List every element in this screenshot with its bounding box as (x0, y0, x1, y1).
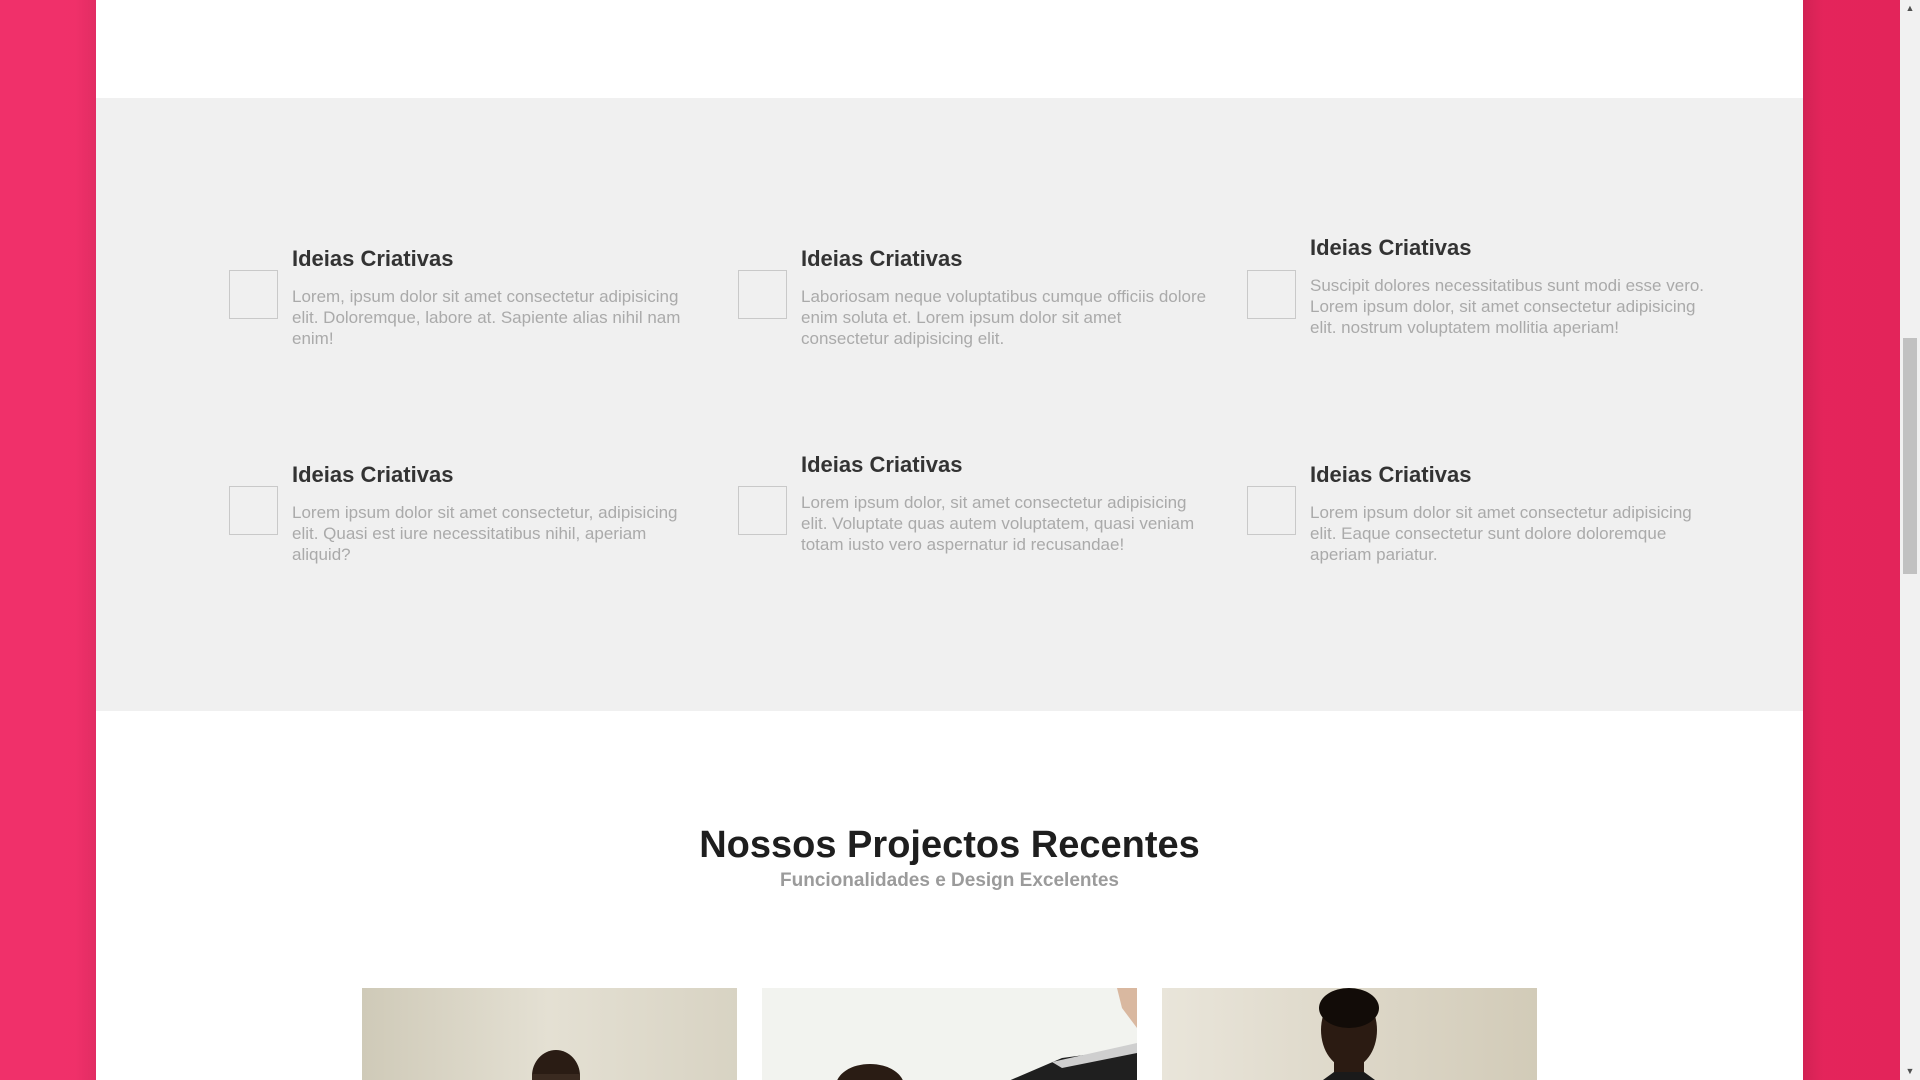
feature-description: Lorem ipsum dolor, sit amet consectetur … (801, 493, 1195, 554)
feature-icon-placeholder (1247, 486, 1296, 535)
feature-description: Laboriosam neque voluptatibus cumque off… (801, 287, 1207, 348)
feature-description: Lorem, ipsum dolor sit amet consectetur … (292, 287, 681, 348)
project-thumbnail[interactable] (762, 988, 1137, 1080)
feature-title: Ideias Criativas (1310, 235, 1472, 260)
feature-text: Ideias Criativas Lorem ipsum dolor sit a… (1310, 462, 1720, 565)
feature-description: Lorem ipsum dolor sit amet consectetur a… (1310, 503, 1692, 564)
feature-icon-placeholder (738, 270, 787, 319)
page-shadow-left (76, 0, 96, 1080)
project-image (362, 988, 737, 1080)
feature-title: Ideias Criativas (801, 452, 963, 477)
features-section: Ideias Criativas Lorem, ipsum dolor sit … (96, 98, 1803, 711)
feature-description: Suscipit dolores necessitatibus sunt mod… (1310, 276, 1705, 337)
page-shadow-right (1803, 0, 1823, 1080)
scrollbar-thumb[interactable] (1903, 338, 1917, 574)
feature-title: Ideias Criativas (1310, 462, 1472, 487)
page-container: Ideias Criativas Lorem, ipsum dolor sit … (96, 0, 1803, 1080)
feature-title: Ideias Criativas (801, 246, 963, 271)
feature-icon-placeholder (1247, 270, 1296, 319)
feature-text: Ideias Criativas Suscipit dolores necess… (1310, 235, 1720, 338)
projects-subtitle: Funcionalidades e Design Excelentes (780, 870, 1119, 891)
projects-title: Nossos Projectos Recentes (699, 824, 1200, 866)
feature-title: Ideias Criativas (292, 462, 454, 487)
feature-description: Lorem ipsum dolor sit amet consectetur, … (292, 503, 678, 564)
project-image (1162, 988, 1537, 1080)
feature-text: Ideias Criativas Lorem ipsum dolor sit a… (292, 462, 702, 565)
feature-text: Ideias Criativas Lorem ipsum dolor, sit … (801, 452, 1211, 555)
feature-text: Ideias Criativas Lorem, ipsum dolor sit … (292, 246, 702, 349)
feature-icon-placeholder (738, 486, 787, 535)
scroll-up-arrow-icon[interactable]: ▲ (1900, 0, 1920, 17)
feature-icon-placeholder (229, 486, 278, 535)
project-image (762, 988, 1137, 1080)
vertical-scrollbar[interactable]: ▲ ▼ (1900, 0, 1920, 1080)
project-thumbnail[interactable] (1162, 988, 1537, 1080)
scroll-down-arrow-icon[interactable]: ▼ (1900, 1063, 1920, 1080)
feature-icon-placeholder (229, 270, 278, 319)
feature-text: Ideias Criativas Laboriosam neque volupt… (801, 246, 1211, 349)
project-thumbnail[interactable] (362, 988, 737, 1080)
feature-title: Ideias Criativas (292, 246, 454, 271)
